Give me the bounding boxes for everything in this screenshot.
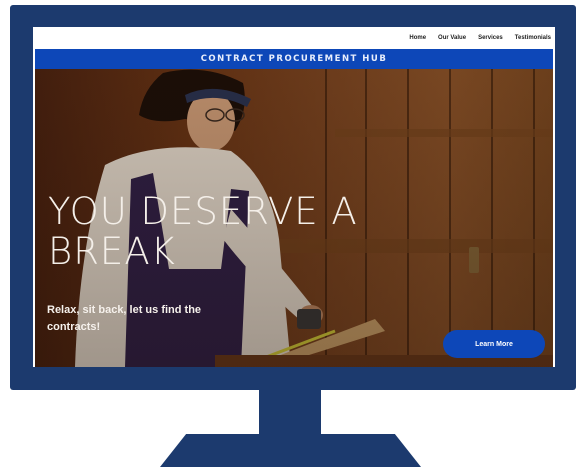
- site-banner: CONTRACT PROCUREMENT HUB: [35, 49, 553, 69]
- monitor-stand-base: [160, 434, 421, 467]
- website-screen: Home Our Value Services Testimonials CON…: [33, 27, 555, 367]
- hero-headline: YOU DESERVE A BREAK: [48, 190, 358, 273]
- top-navigation: Home Our Value Services Testimonials: [33, 27, 555, 49]
- hero-section: YOU DESERVE A BREAK Relax, sit back, let…: [35, 69, 553, 367]
- learn-more-label: Learn More: [475, 340, 513, 348]
- hero-subtext: Relax, sit back, let us find the contrac…: [47, 304, 202, 333]
- monitor-stand-neck: [259, 389, 321, 435]
- nav-home-link[interactable]: Home: [409, 35, 426, 41]
- site-title: CONTRACT PROCUREMENT HUB: [200, 54, 388, 64]
- nav-testimonials-link[interactable]: Testimonials: [515, 35, 551, 41]
- nav-services-link[interactable]: Services: [478, 35, 503, 41]
- nav-our-value-link[interactable]: Our Value: [438, 35, 466, 41]
- learn-more-button[interactable]: Learn More: [443, 330, 545, 358]
